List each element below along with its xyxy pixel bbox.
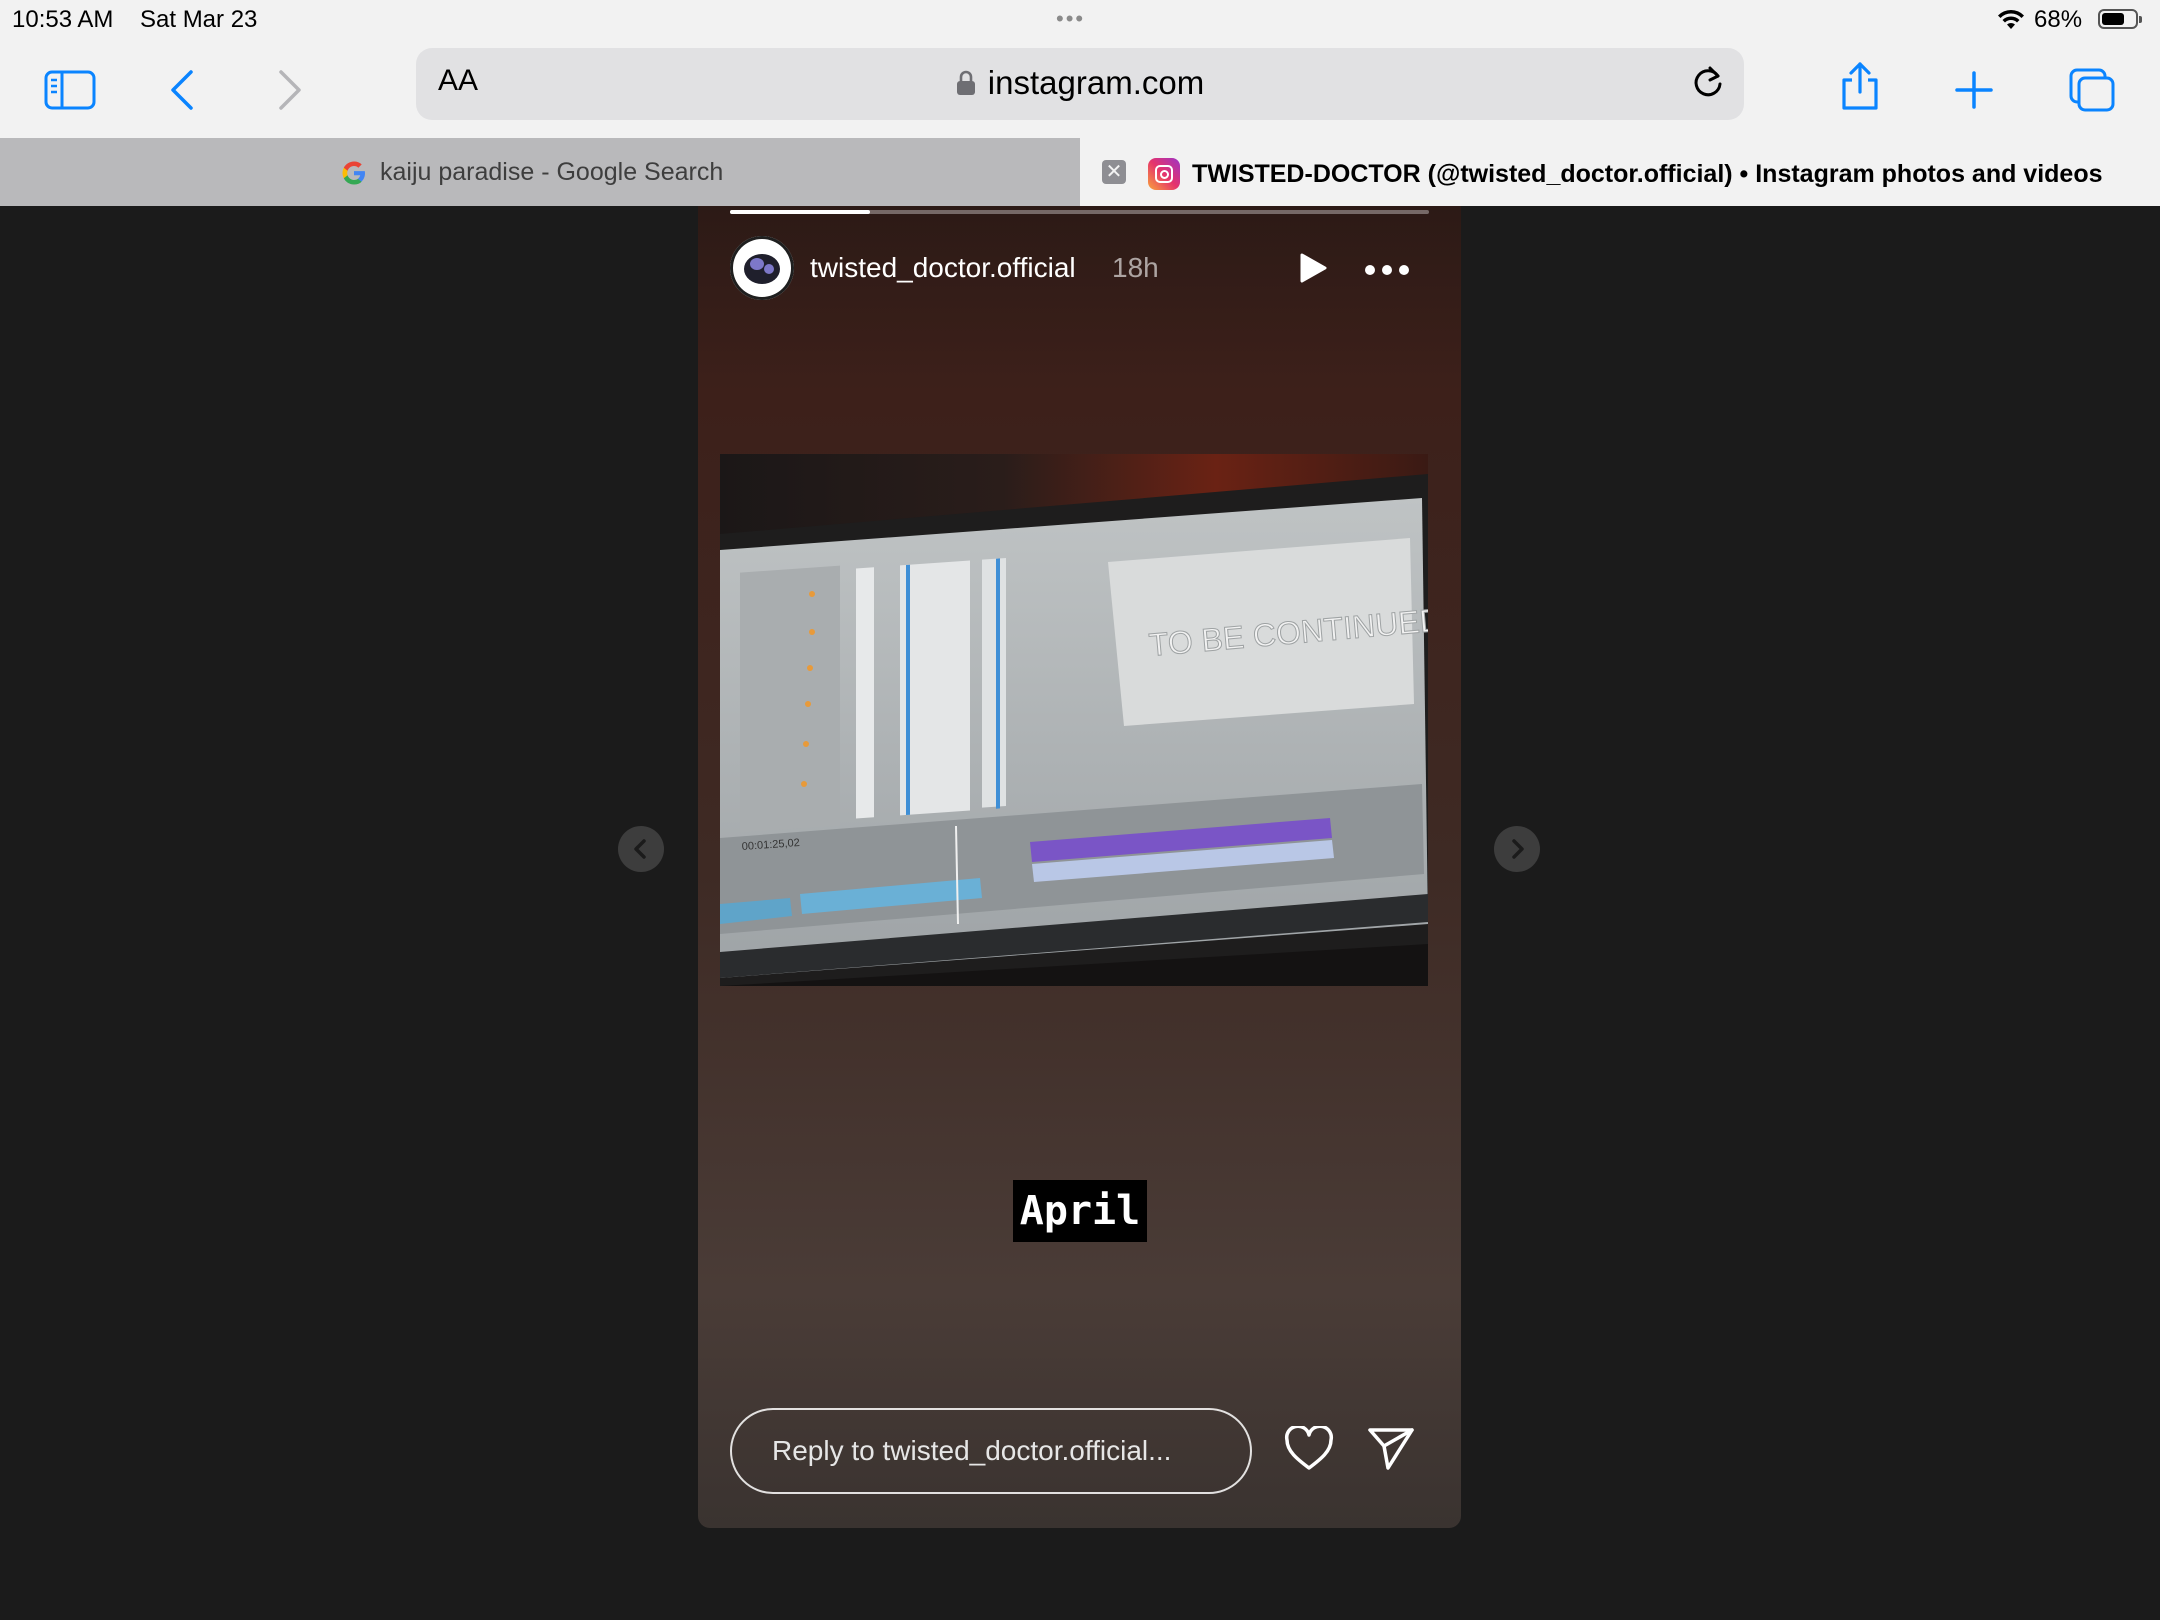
reload-button[interactable]: [1688, 62, 1728, 107]
sidebar-icon[interactable]: [42, 62, 98, 118]
reply-input[interactable]: [730, 1408, 1252, 1494]
tab-google-search[interactable]: kaiju paradise - Google Search: [0, 138, 1080, 206]
tab-title: TWISTED-DOCTOR (@twisted_doctor.official…: [1192, 159, 2103, 188]
reload-icon: [1694, 66, 1722, 97]
like-button[interactable]: [1283, 1424, 1335, 1477]
more-options-button[interactable]: [1364, 262, 1410, 276]
story-progress-bar: [730, 210, 1429, 214]
lock-icon: [956, 66, 976, 104]
tab-bar: kaiju paradise - Google Search ✕ TWISTED…: [0, 138, 2160, 206]
share-icon: [1842, 62, 1878, 110]
status-time: 10:53 AM: [12, 6, 114, 33]
chevron-left-icon: [634, 839, 646, 859]
chevron-right-icon: [1512, 839, 1524, 859]
wifi-icon: [1996, 8, 2026, 37]
play-icon: [1300, 253, 1327, 283]
story-photo: TO BE CONTINUED 00:01:25,02: [720, 454, 1428, 986]
tabs-overview-button[interactable]: [2064, 62, 2120, 118]
multitasking-dots[interactable]: •••: [1056, 6, 1085, 32]
more-icon: [1365, 265, 1409, 275]
tabs-overview-icon: [2069, 68, 2115, 112]
new-tab-button[interactable]: [1946, 62, 2002, 118]
battery-percentage: 68%: [2034, 6, 2083, 33]
google-logo-icon: [342, 161, 365, 184]
back-button[interactable]: [154, 62, 210, 118]
instagram-logo-icon: [1148, 158, 1180, 190]
story-progress-fill: [730, 210, 870, 214]
story-time-ago: 18h: [1112, 252, 1159, 283]
share-button[interactable]: [1832, 58, 1888, 114]
status-date: Sat Mar 23: [140, 6, 258, 33]
url-text: instagram.com: [987, 64, 1205, 101]
avatar[interactable]: [730, 236, 794, 300]
status-bar: 10:53 AM Sat Mar 23 ••• 68%: [0, 0, 2160, 40]
forward-button[interactable]: [262, 62, 318, 118]
battery-icon: [2098, 9, 2142, 29]
close-tab-button[interactable]: ✕: [1102, 160, 1126, 184]
tab-instagram[interactable]: ✕ TWISTED-DOCTOR (@twisted_doctor.offici…: [1080, 138, 2160, 206]
story-username[interactable]: twisted_doctor.official: [810, 252, 1076, 284]
next-story-button[interactable]: [1494, 826, 1540, 872]
chevron-left-icon: [171, 70, 193, 110]
story-viewer[interactable]: twisted_doctor.official 18h TO BE CONTIN…: [698, 206, 1461, 1528]
browser-toolbar: AA instagram.com: [0, 40, 2160, 138]
share-story-button[interactable]: [1366, 1426, 1416, 1477]
plus-icon: [1955, 71, 1993, 109]
story-caption-sticker: April: [1013, 1180, 1147, 1242]
chevron-right-icon: [279, 70, 301, 110]
previous-story-button[interactable]: [618, 826, 664, 872]
address-bar[interactable]: AA instagram.com: [416, 48, 1744, 120]
play-button[interactable]: [1298, 252, 1328, 289]
heart-icon: [1284, 1424, 1334, 1470]
send-icon: [1368, 1428, 1414, 1470]
tab-title: kaiju paradise - Google Search: [380, 158, 724, 186]
